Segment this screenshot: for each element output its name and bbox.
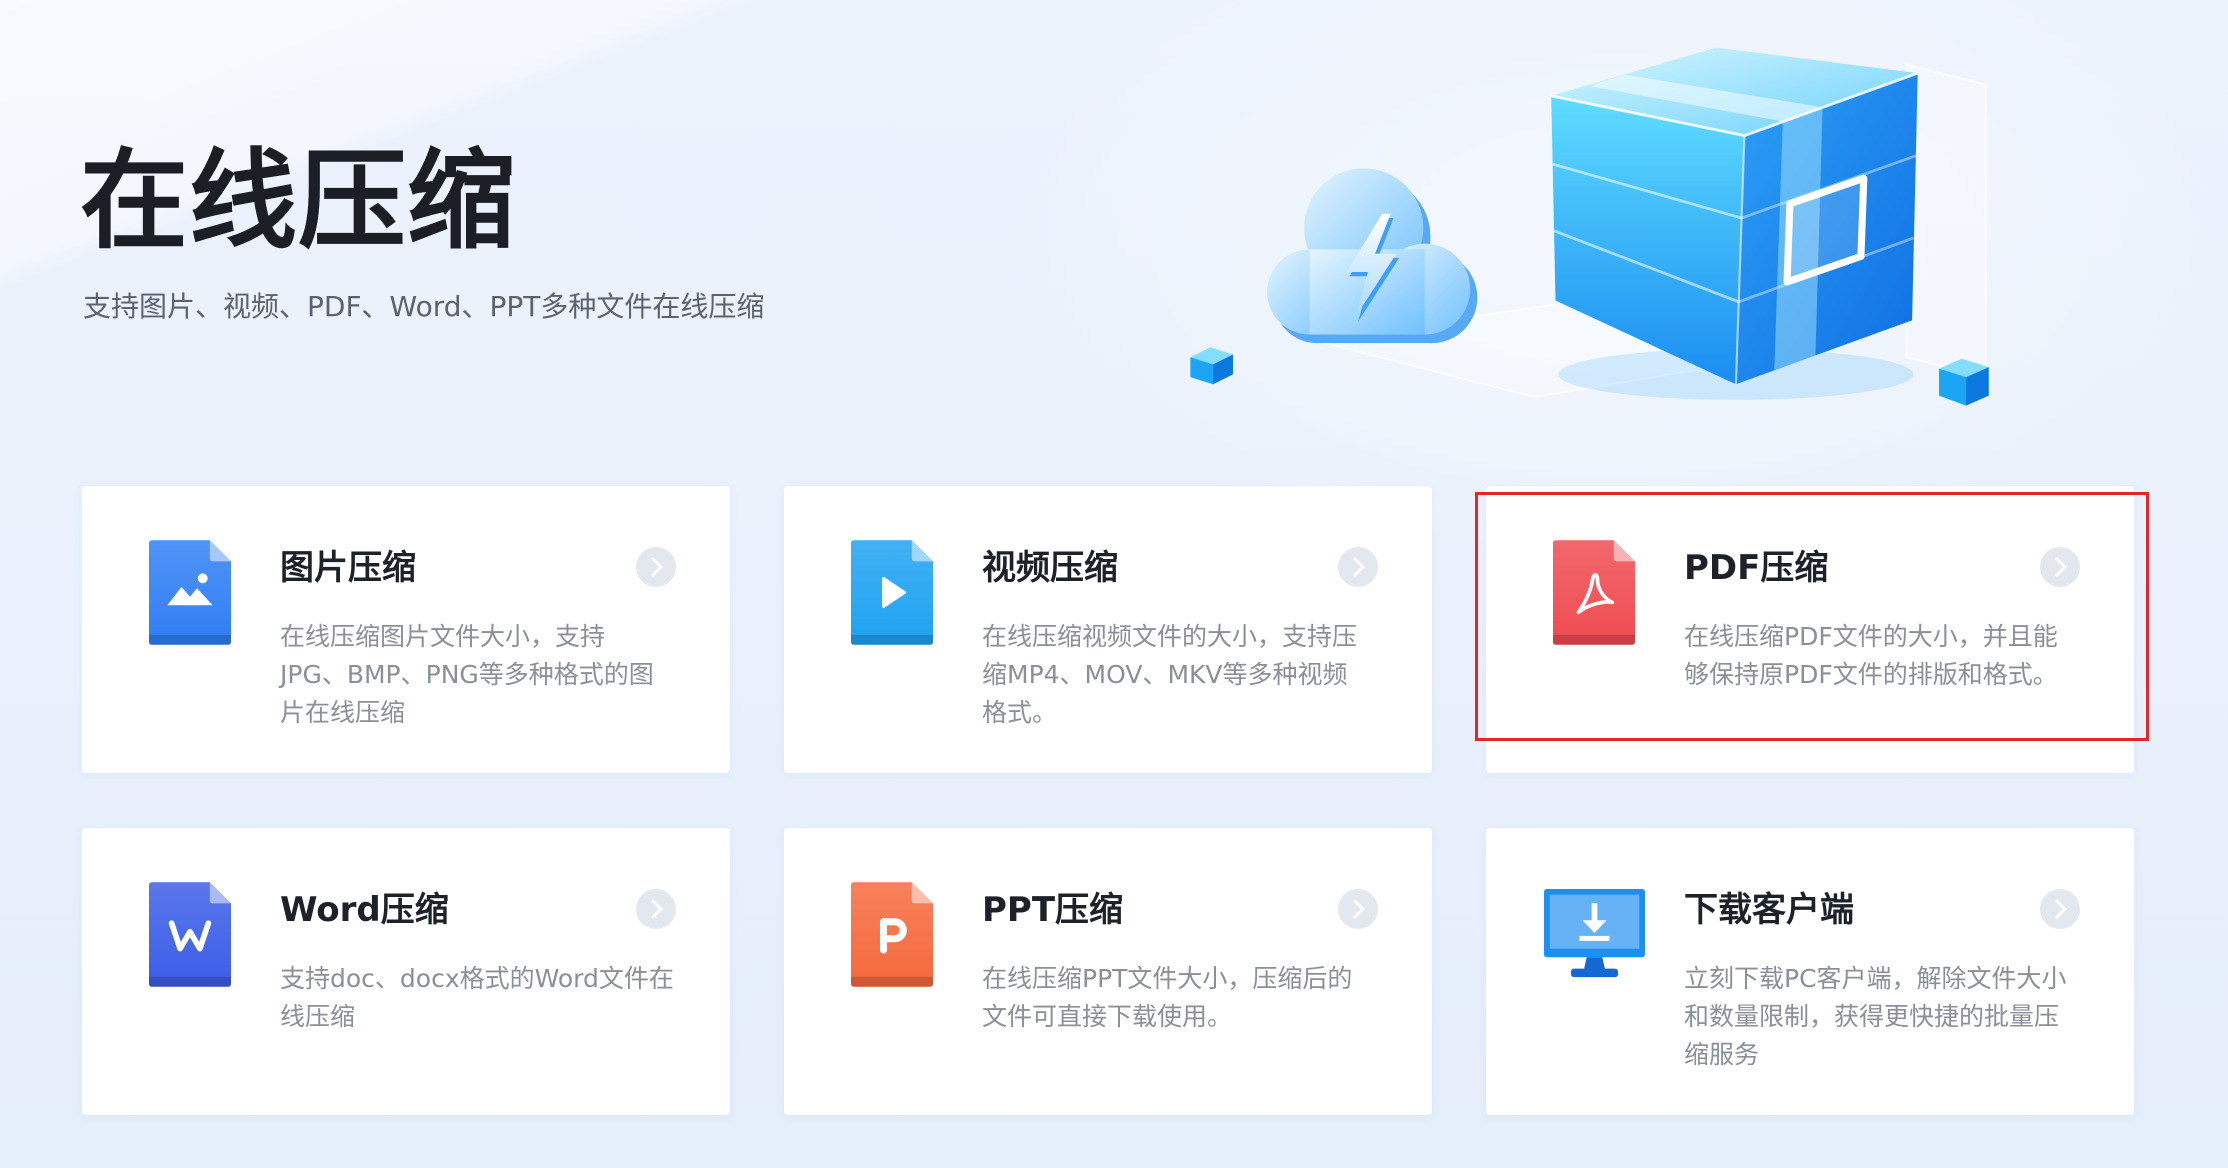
card-description: 在线压缩视频文件的大小，支持压 缩MP4、MOV、MKV等多种视频 格式。: [982, 618, 1357, 732]
card-description: 在线压缩PDF文件的大小，并且能 够保持原PDF文件的排版和格式。: [1684, 618, 2058, 694]
card-description-line: 缩MP4、MOV、MKV等多种视频: [982, 660, 1348, 689]
card-download-client[interactable]: 下载客户端 立刻下载PC客户端，解除文件大小 和数量限制，获得更快捷的批量压 缩…: [1486, 828, 2134, 1115]
card-description-line: 在线压缩PDF文件的大小，并且能: [1684, 622, 2058, 651]
page-title: 在线压缩: [80, 139, 517, 264]
card-title: 图片压缩: [280, 548, 416, 588]
word-file-icon: [149, 882, 231, 987]
video-file-icon: [851, 540, 933, 645]
card-description-line: 支持doc、docx格式的Word文件在: [280, 964, 674, 993]
small-cube-right: [1939, 358, 1989, 406]
chevron-right-icon[interactable]: [636, 547, 676, 587]
card-title: PDF压缩: [1684, 548, 1829, 588]
card-description-line: 在线压缩图片文件大小，支持: [280, 622, 606, 651]
cloud-lightning-icon: [1267, 168, 1478, 344]
card-description-line: 片在线压缩: [280, 698, 406, 727]
card-description: 立刻下载PC客户端，解除文件大小 和数量限制，获得更快捷的批量压 缩服务: [1684, 960, 2067, 1074]
tool-card-grid: 图片压缩 在线压缩图片文件大小，支持 JPG、BMP、PNG等多种格式的图 片在…: [82, 486, 2134, 1115]
chevron-right-icon[interactable]: [2040, 889, 2080, 929]
card-description-line: 文件可直接下载使用。: [982, 1002, 1233, 1031]
card-title: PPT压缩: [982, 890, 1124, 930]
card-description-line: 缩服务: [1684, 1040, 1760, 1069]
pdf-file-icon: [1553, 540, 1635, 645]
chevron-right-icon[interactable]: [2040, 547, 2080, 587]
card-description-line: 和数量限制，获得更快捷的批量压: [1684, 1002, 2060, 1031]
card-description-line: 立刻下载PC客户端，解除文件大小: [1684, 964, 2067, 993]
card-description-line: JPG、BMP、PNG等多种格式的图: [280, 660, 654, 689]
card-title: 下载客户端: [1684, 890, 1854, 930]
card-description-line: 够保持原PDF文件的排版和格式。: [1684, 660, 2058, 689]
card-pdf-compress[interactable]: PDF压缩 在线压缩PDF文件的大小，并且能 够保持原PDF文件的排版和格式。: [1486, 486, 2134, 773]
card-description-line: 格式。: [982, 698, 1058, 727]
card-word-compress[interactable]: Word压缩 支持doc、docx格式的Word文件在 线压缩: [82, 828, 730, 1115]
page-subtitle: 支持图片、视频、PDF、Word、PPT多种文件在线压缩: [83, 290, 765, 323]
hero-glass-panel: [1905, 63, 1988, 379]
card-description: 在线压缩图片文件大小，支持 JPG、BMP、PNG等多种格式的图 片在线压缩: [280, 618, 654, 732]
card-title: Word压缩: [280, 890, 449, 930]
chevron-right-icon[interactable]: [1338, 889, 1378, 929]
card-image-compress[interactable]: 图片压缩 在线压缩图片文件大小，支持 JPG、BMP、PNG等多种格式的图 片在…: [82, 486, 730, 773]
card-video-compress[interactable]: 视频压缩 在线压缩视频文件的大小，支持压 缩MP4、MOV、MKV等多种视频 格…: [784, 486, 1432, 773]
card-description-line: 在线压缩视频文件的大小，支持压: [982, 622, 1358, 651]
card-description: 支持doc、docx格式的Word文件在 线压缩: [280, 960, 674, 1036]
card-ppt-compress[interactable]: PPT压缩 在线压缩PPT文件大小，压缩后的 文件可直接下载使用。: [784, 828, 1432, 1115]
chevron-right-icon[interactable]: [636, 889, 676, 929]
hero-illustration: [1190, 47, 1989, 406]
image-file-icon: [149, 540, 231, 645]
ppt-file-icon: [851, 882, 933, 987]
desktop-download-icon: [1544, 889, 1645, 980]
card-title: 视频压缩: [982, 548, 1118, 588]
card-description-line: 线压缩: [280, 1002, 356, 1031]
chevron-right-icon[interactable]: [1338, 547, 1378, 587]
small-cube-left: [1190, 347, 1233, 385]
card-description-line: 在线压缩PPT文件大小，压缩后的: [982, 964, 1353, 993]
card-description: 在线压缩PPT文件大小，压缩后的 文件可直接下载使用。: [982, 960, 1352, 1036]
